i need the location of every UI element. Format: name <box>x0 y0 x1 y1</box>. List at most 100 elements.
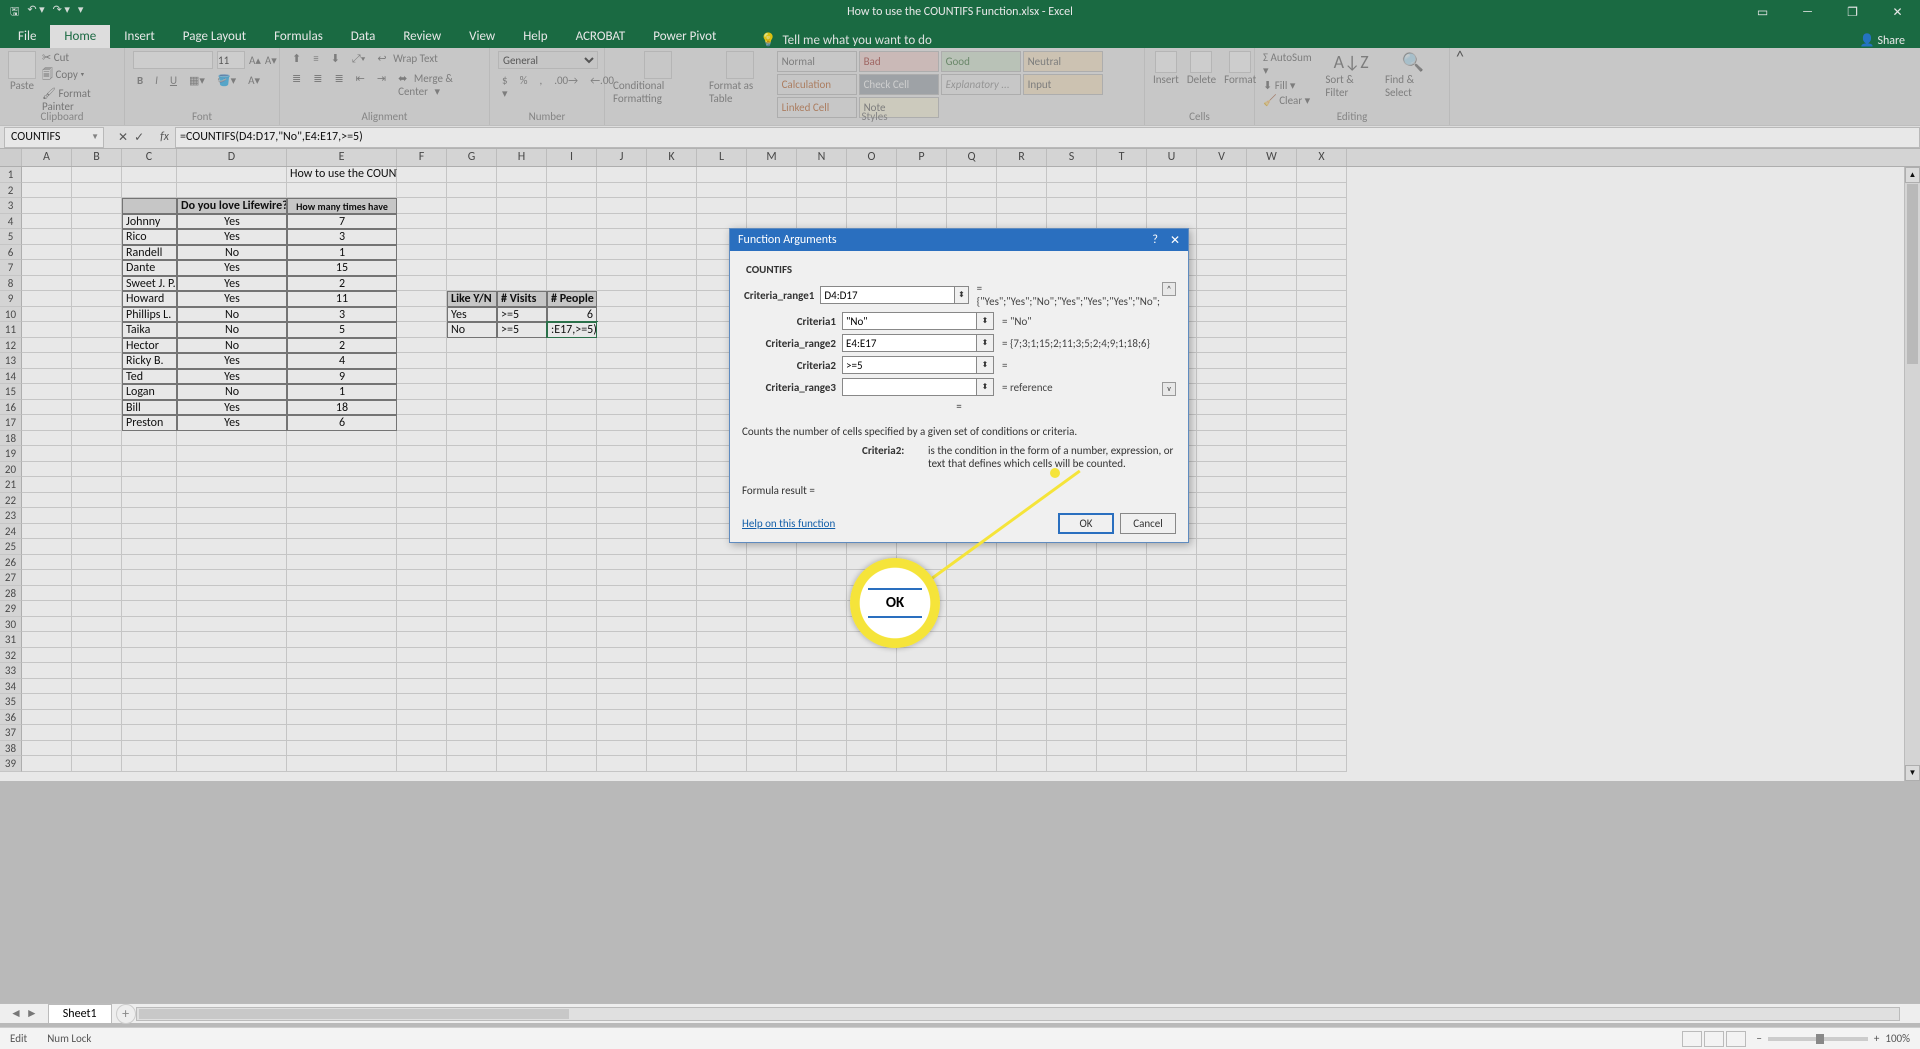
cell-J20[interactable] <box>597 462 647 478</box>
cell-Q2[interactable] <box>947 183 997 199</box>
tab-home[interactable]: Home <box>50 25 110 48</box>
cell-P35[interactable] <box>897 694 947 710</box>
cell-B30[interactable] <box>72 617 122 633</box>
cell-H19[interactable] <box>497 446 547 462</box>
cell-J39[interactable] <box>597 756 647 772</box>
cell-H21[interactable] <box>497 477 547 493</box>
cell-Q28[interactable] <box>947 586 997 602</box>
normal-view-icon[interactable] <box>1682 1031 1702 1047</box>
cell-U37[interactable] <box>1147 725 1197 741</box>
cell-R26[interactable] <box>997 555 1047 571</box>
cell-H13[interactable] <box>497 353 547 369</box>
cell-R4[interactable] <box>997 214 1047 230</box>
cell-G37[interactable] <box>447 725 497 741</box>
cell-T33[interactable] <box>1097 663 1147 679</box>
cell-E21[interactable] <box>287 477 397 493</box>
cell-Q3[interactable] <box>947 198 997 214</box>
dialog-help-icon[interactable]: ? <box>1152 233 1158 248</box>
row-header-22[interactable]: 22 <box>0 493 22 509</box>
cell-I6[interactable] <box>547 245 597 261</box>
cell-R2[interactable] <box>997 183 1047 199</box>
cell-K32[interactable] <box>647 648 697 664</box>
cell-G39[interactable] <box>447 756 497 772</box>
cell-J7[interactable] <box>597 260 647 276</box>
help-on-function-link[interactable]: Help on this function <box>742 517 835 530</box>
cell-U2[interactable] <box>1147 183 1197 199</box>
cell-K13[interactable] <box>647 353 697 369</box>
cell-W3[interactable] <box>1247 198 1297 214</box>
cell-X18[interactable] <box>1297 431 1347 447</box>
cell-J38[interactable] <box>597 741 647 757</box>
cell-J27[interactable] <box>597 570 647 586</box>
cell-F25[interactable] <box>397 539 447 555</box>
cell-X2[interactable] <box>1297 183 1347 199</box>
cell-M2[interactable] <box>747 183 797 199</box>
cell-F14[interactable] <box>397 369 447 385</box>
cell-M26[interactable] <box>747 555 797 571</box>
cell-A12[interactable] <box>22 338 72 354</box>
cell-W15[interactable] <box>1247 384 1297 400</box>
cell-R27[interactable] <box>997 570 1047 586</box>
cell-X20[interactable] <box>1297 462 1347 478</box>
cell-R39[interactable] <box>997 756 1047 772</box>
zoom-slider[interactable] <box>1768 1037 1868 1041</box>
cell-B31[interactable] <box>72 632 122 648</box>
cell-M32[interactable] <box>747 648 797 664</box>
cell-S34[interactable] <box>1047 679 1097 695</box>
cell-K17[interactable] <box>647 415 697 431</box>
cell-A7[interactable] <box>22 260 72 276</box>
cell-I12[interactable] <box>547 338 597 354</box>
cell-K7[interactable] <box>647 260 697 276</box>
font-color-button[interactable]: A▾ <box>244 73 264 88</box>
cell-W2[interactable] <box>1247 183 1297 199</box>
cell-T38[interactable] <box>1097 741 1147 757</box>
select-all-button[interactable] <box>0 149 22 166</box>
cell-W11[interactable] <box>1247 322 1297 338</box>
row-header-21[interactable]: 21 <box>0 477 22 493</box>
cell-B21[interactable] <box>72 477 122 493</box>
cell-A34[interactable] <box>22 679 72 695</box>
cell-K33[interactable] <box>647 663 697 679</box>
row-header-20[interactable]: 20 <box>0 462 22 478</box>
cell-W17[interactable] <box>1247 415 1297 431</box>
cell-J6[interactable] <box>597 245 647 261</box>
cell-B13[interactable] <box>72 353 122 369</box>
cell-L1[interactable] <box>697 167 747 183</box>
cell-N29[interactable] <box>797 601 847 617</box>
cell-W18[interactable] <box>1247 431 1297 447</box>
cell-W22[interactable] <box>1247 493 1297 509</box>
args-scroll-down-icon[interactable]: v <box>1162 382 1176 396</box>
cell-F17[interactable] <box>397 415 447 431</box>
cell-J3[interactable] <box>597 198 647 214</box>
cell-E16[interactable]: 18 <box>287 400 397 416</box>
cell-A21[interactable] <box>22 477 72 493</box>
style-neutral[interactable]: Neutral <box>1023 51 1103 72</box>
cell-F18[interactable] <box>397 431 447 447</box>
cell-N27[interactable] <box>797 570 847 586</box>
cell-C27[interactable] <box>122 570 177 586</box>
cell-X37[interactable] <box>1297 725 1347 741</box>
cell-J25[interactable] <box>597 539 647 555</box>
merge-center-button[interactable]: ⬌ Merge & Center ▾ <box>394 71 481 99</box>
cell-U30[interactable] <box>1147 617 1197 633</box>
cell-D26[interactable] <box>177 555 287 571</box>
cell-A1[interactable] <box>22 167 72 183</box>
cell-F38[interactable] <box>397 741 447 757</box>
cell-K20[interactable] <box>647 462 697 478</box>
column-header-P[interactable]: P <box>897 149 947 166</box>
row-header-2[interactable]: 2 <box>0 183 22 199</box>
cell-I38[interactable] <box>547 741 597 757</box>
cell-N26[interactable] <box>797 555 847 571</box>
cell-H14[interactable] <box>497 369 547 385</box>
cell-H17[interactable] <box>497 415 547 431</box>
cell-G19[interactable] <box>447 446 497 462</box>
cell-V12[interactable] <box>1197 338 1247 354</box>
cell-C19[interactable] <box>122 446 177 462</box>
cell-D20[interactable] <box>177 462 287 478</box>
cell-D24[interactable] <box>177 524 287 540</box>
cell-B6[interactable] <box>72 245 122 261</box>
cell-X4[interactable] <box>1297 214 1347 230</box>
cell-E30[interactable] <box>287 617 397 633</box>
cell-L27[interactable] <box>697 570 747 586</box>
paste-button[interactable]: Paste <box>8 51 36 113</box>
